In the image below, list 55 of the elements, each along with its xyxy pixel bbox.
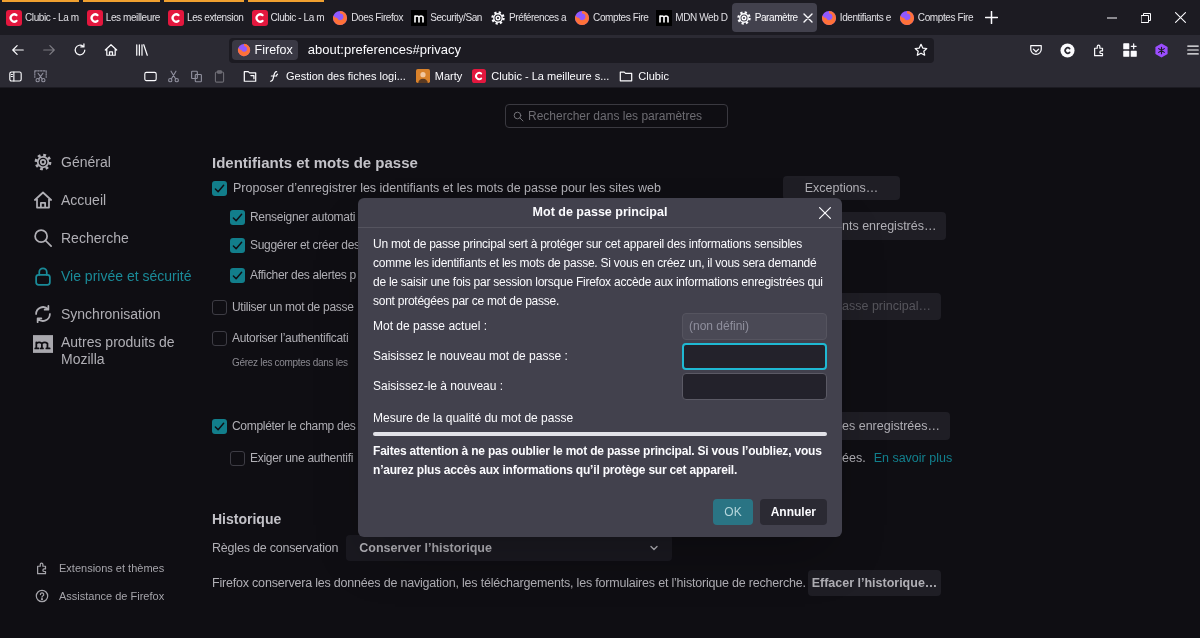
field-label: Saisissez le nouveau mot de passe : [373,348,568,365]
sidebar-link[interactable]: Extensions et thèmes [33,554,212,582]
sidebar-item[interactable]: Autres produits de Mozilla [33,333,212,368]
dialog-title: Mot de passe principal [532,204,668,222]
sidebar-item[interactable]: Général [33,143,212,181]
bookmark-item[interactable]: Marty [415,67,463,85]
browser-tab[interactable]: Clubic - La m [247,3,329,32]
url-text: about:preferences#privacy [307,41,461,60]
checkbox-label: Afficher des alertes p [250,267,356,284]
browser-tab[interactable]: Préférences a [486,3,571,32]
browser-tab[interactable]: Does Firefox [328,3,408,32]
meter-label: Mesure de la qualité du mot de passe [373,410,575,427]
history-dropdown[interactable]: Conserver l’historique [346,535,673,561]
note-text: ées. [842,449,866,467]
browser-tab[interactable]: Comptes Fire [894,3,978,32]
checkbox-label: Exiger une authentifi [250,450,354,467]
exceptions-button[interactable]: Exceptions… [783,176,900,200]
partial-button[interactable]: es enregistrées… [842,412,950,440]
field-label: Règles de conservation [212,539,339,557]
checkbox-label: Renseigner automati [250,209,356,226]
browser-tab[interactable]: Clubic - La m [2,3,83,32]
field-label: Mot de passe actuel : [373,318,488,335]
section-heading: Historique [212,509,282,529]
intro-text: Un mot de passe principal sert à protéger sur cet appareil des informations sensibles comme les identifiants et les mots de passe. Si vous en créez un, il vous sera demandé de le saisir une fois par session lorsque Firefox accède aux informations enregistrées qui sont protégées par ce mot de passe. [373,236,824,310]
browser-tab[interactable]: Identifiants e [816,3,895,32]
section-heading: Identifiants et mots de passe [212,152,418,173]
browser-tab[interactable]: Paramètre [731,3,817,32]
checkbox-label: Proposer d’enregistrer les identifiants et les mots de passe pour les sites web [233,180,661,196]
browser-tab[interactable]: Comptes Fire [570,3,653,32]
browser-tab[interactable]: Security/San [407,3,487,32]
partial-button[interactable]: nts enregistrés… [842,212,947,240]
browser-tab[interactable]: Les extension [164,3,248,32]
sidebar-item[interactable]: Synchronisation [33,295,212,333]
field-label: Saisissez-le à nouveau : [373,378,504,395]
search-field[interactable]: Rechercher dans les paramètres [505,104,728,128]
bookmark-item[interactable]: Clubic - La meilleure s... [472,67,610,85]
bookmark-item[interactable]: Gestion des fiches logi... [267,67,406,85]
description-text: Firefox conservera les données de navigation, les téléchargements, les formulaires et l’historique de recherche. [212,574,807,592]
sidebar-item[interactable]: Vie privée et sécurité [33,257,212,295]
cancel-button[interactable]: Annuler [759,499,827,525]
address-bar[interactable]: Firefox about:preferences#privacy [228,37,934,63]
browser-tab[interactable]: Les meilleure [82,3,164,32]
sidebar-link[interactable]: Assistance de Firefox [33,582,212,610]
checkbox-label: Compléter le champ des [232,418,356,435]
sidebar-item[interactable]: Accueil [33,181,212,219]
checkbox-label: Autoriser l’authentificati [232,330,349,347]
checkbox-label: Utiliser un mot de passe [232,299,354,316]
clear-history-button[interactable]: Effacer l’historique… [808,570,941,596]
browser-tab[interactable]: MDN Web D [652,3,732,32]
learn-more-link[interactable]: En savoir plus [873,448,953,468]
sidebar-item[interactable]: Recherche [33,219,212,257]
bookmark-item[interactable]: Clubic [619,67,669,85]
warning-text: Faites attention à ne pas oublier le mot de passe principal. Si vous l’oubliez, vous n’aurez plus accès aux informations qu’il protège sur cet appareil. [373,443,823,479]
description-text: Gérez les comptes dans les [232,355,348,370]
identity-button[interactable]: Firefox [231,40,298,60]
